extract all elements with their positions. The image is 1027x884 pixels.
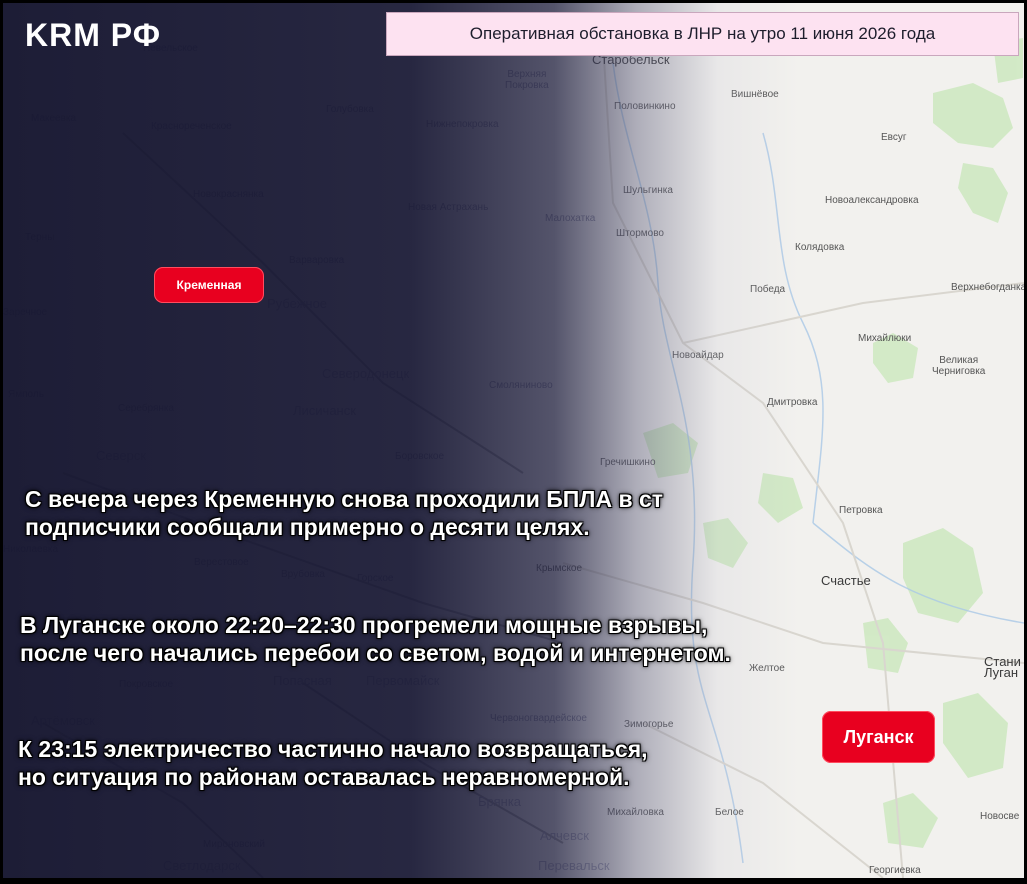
place-label: Евсуг [881,132,907,143]
place-label: Новоалександровка [825,195,919,206]
place-label: Штормово [616,228,664,239]
place-label: Верестовое [194,557,249,568]
place-label: Попасная [273,673,332,688]
place-label: Новоайдар [672,350,724,361]
place-label: Колядовка [795,242,845,253]
place-label: Крымское [536,563,583,574]
place-label: Белое [715,807,744,818]
place-label: Малохатка [545,213,596,224]
city-badge-lugansk: Луганск [822,711,935,763]
place-label: Счастье [821,573,871,588]
place-label: Зимогорье [624,719,674,730]
place-label: Нижнепокровка [426,119,499,130]
place-label: Червоногвардейское [490,713,587,724]
place-label: Серебрянка [118,403,175,414]
place-label: Боровское [395,451,445,462]
place-label: Новокраснянка [193,189,264,200]
place-label: Терны [25,232,55,243]
message-line: но ситуация по районам оставалась неравн… [18,764,630,790]
place-label: Перевальск [538,858,610,873]
header-title: Оперативная обстановка в ЛНР на утро 11 … [386,12,1019,56]
place-label: Артёмовск [31,713,95,728]
place-label: Северодонецк [322,366,410,381]
place-label: Михайлюки [858,333,912,344]
place-label: Варваровка [289,255,345,266]
place-label: Мироновский [203,839,265,850]
city-badge-kremennaya: Кременная [154,267,264,303]
message-line: К 23:15 электричество частично начало во… [18,736,648,762]
place-label: Желтое [749,663,785,674]
place-label: Стани Луган [984,654,1021,680]
place-label: Верхнебогданка [951,282,1024,293]
message-line: С вечера через Кременную снова проходили… [25,486,664,512]
place-label: Краснореченское [151,121,232,132]
place-label: Новая Астрахань [408,202,489,213]
place-label: Дмитровка [767,397,818,408]
place-label: Верхняя Покровка [505,69,549,91]
place-label: Светлодарск [163,858,241,873]
place-label: Смоляниново [489,380,553,391]
place-label: Рубежное [267,296,328,311]
place-label: Макеевка [31,113,77,124]
place-label: Горское [357,573,394,584]
place-label: Ямполь [8,389,44,400]
place-label: Николаевка [3,544,59,555]
message-line: после чего начались перебои со светом, в… [20,640,731,666]
place-label: Заречное [3,307,48,318]
place-label: Победа [750,284,786,295]
place-label: Шульгинка [623,185,673,196]
message-block: К 23:15 электричество частично начало во… [18,735,648,791]
map-frame: Невельское Старобельск Макеевка Голубовк… [3,3,1024,878]
message-line: В Луганске около 22:20–22:30 прогремели … [20,612,708,638]
place-label: Гречишкино [600,457,656,468]
place-label: Голубовка [326,104,374,115]
brand-logo: KRM РФ [25,17,161,53]
place-label: Михайловка [607,807,664,818]
place-label: Вишнёвое [731,89,779,100]
message-line: подписчики сообщали примерно о десяти це… [25,514,590,540]
place-label: Брянка [478,794,522,809]
place-label: Георгиевка [869,865,921,876]
place-label: Петровка [839,505,883,516]
message-block: С вечера через Кременную снова проходили… [25,485,663,541]
place-label: Алчевск [540,828,589,843]
place-label: Покровское [119,679,174,690]
place-label: Новосве [980,811,1020,822]
place-label: Врубовка [281,569,325,580]
place-label: Великая Черниговка [932,355,986,377]
place-label: Северск [96,448,147,463]
message-block: В Луганске около 22:20–22:30 прогремели … [20,611,731,667]
place-label: Половинкино [614,101,676,112]
place-label: Первомайск [366,673,440,688]
place-label: Лисичанск [293,403,356,418]
